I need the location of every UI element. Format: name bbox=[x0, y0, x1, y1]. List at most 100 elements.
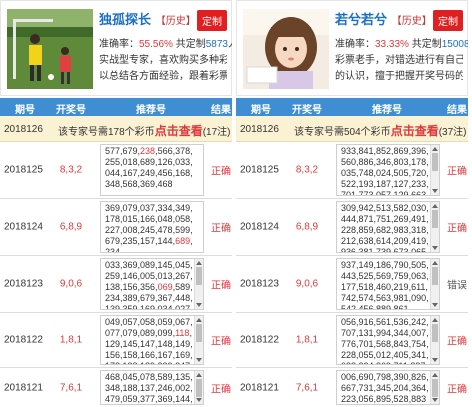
recommend-box[interactable]: 056,916,561,536,242,707,131,994,344,007,… bbox=[336, 315, 440, 365]
result-status: 正确 bbox=[447, 166, 467, 178]
expert-description-line: 的认识，擅于把握开奖号码的走势 bbox=[335, 71, 463, 82]
accuracy-value: 33.33% bbox=[375, 39, 409, 50]
recommend-box[interactable]: 933,841,852,869,396,560,886,346,803,178,… bbox=[336, 144, 440, 196]
scrollbar[interactable] bbox=[430, 316, 439, 364]
recommend-numbers: 937,149,186,790,505,443,525,569,759,063,… bbox=[341, 260, 429, 310]
hit-number: 118 bbox=[175, 328, 190, 338]
accuracy-label: 准确率： bbox=[99, 39, 139, 50]
lock-cost-text: 该专家号需504个彩币 bbox=[294, 127, 391, 138]
result-status: 正确 bbox=[211, 280, 231, 292]
recommend-box[interactable]: 309,942,513,582,030,444,871,751,269,491,… bbox=[336, 201, 440, 253]
draw-number: 1,8,1 bbox=[295, 334, 319, 346]
recommend-box[interactable]: 937,149,186,790,505,443,525,569,759,063,… bbox=[336, 258, 440, 310]
issue-number: 2018124 bbox=[240, 221, 279, 233]
col-result: 结果 bbox=[447, 105, 467, 116]
col-issue: 期号 bbox=[15, 105, 35, 116]
recommend-numbers: 056,916,561,536,242,707,131,994,344,007,… bbox=[341, 317, 429, 364]
recommend-box[interactable]: 033,369,089,145,045,259,146,005,013,267,… bbox=[100, 258, 204, 310]
scrollbar[interactable] bbox=[430, 145, 439, 195]
recommend-box[interactable]: 468,045,078,589,135,348,188,137,246,002,… bbox=[100, 370, 204, 405]
col-issue: 期号 bbox=[251, 105, 271, 116]
history-link[interactable]: 【历史】 bbox=[392, 16, 432, 27]
accuracy-label: 准确率： bbox=[335, 39, 375, 50]
table-row: 2018121 7,6,1 006,690,798,390,826,667,73… bbox=[236, 368, 468, 407]
view-button[interactable]: 点击查看 bbox=[155, 124, 203, 138]
bet-count: (37注) bbox=[438, 127, 467, 138]
expert-avatar[interactable] bbox=[243, 9, 329, 89]
subscription-count: 15008 bbox=[441, 39, 468, 50]
subscribe-button[interactable]: 定制 bbox=[197, 10, 227, 31]
issue-number: 2018121 bbox=[4, 382, 43, 393]
issue-number: 2018125 bbox=[4, 164, 43, 176]
expert-avatar[interactable] bbox=[7, 9, 93, 89]
recommend-box[interactable]: 049,057,058,059,067,077,079,089,099,118,… bbox=[100, 315, 204, 365]
issue-number: 2018122 bbox=[240, 334, 279, 346]
draw-number: 6,8,9 bbox=[59, 221, 83, 233]
subscription-label: 共定制 bbox=[175, 39, 206, 50]
scrollbar[interactable] bbox=[194, 316, 203, 364]
expert-name-row: 若兮若兮 【历史】 定制 bbox=[335, 9, 463, 31]
issue-number: 2018121 bbox=[240, 382, 279, 393]
lock-cost-text: 该专家号需178个彩币 bbox=[58, 127, 155, 138]
lock-message: 该专家号需504个彩币点击查看(37注) bbox=[294, 122, 467, 139]
recommend-numbers: 468,045,078,589,135,348,188,137,246,002,… bbox=[105, 372, 193, 404]
subscribe-button[interactable]: 定制 bbox=[433, 10, 463, 31]
issue-number: 2018126 bbox=[4, 124, 43, 135]
recommend-numbers: 309,942,513,582,030,444,871,751,269,491,… bbox=[341, 203, 429, 253]
issue-number: 2018123 bbox=[240, 278, 279, 290]
result-status: 正确 bbox=[447, 384, 467, 395]
recommend-box[interactable]: 006,690,798,390,826,667,731,345,204,364,… bbox=[336, 370, 440, 405]
history-link[interactable]: 【历史】 bbox=[156, 16, 196, 27]
expert-profile: 若兮若兮 【历史】 定制 准确率：33.33% 共定制15008人 彩票老手，对… bbox=[236, 0, 468, 96]
issue-number: 2018126 bbox=[240, 124, 279, 135]
recommend-numbers: 933,841,852,869,396,560,886,346,803,178,… bbox=[341, 146, 429, 196]
recommend-box[interactable]: 369,079,037,334,349,178,015,166,048,058,… bbox=[100, 201, 204, 253]
expert-name[interactable]: 独孤探长 bbox=[99, 12, 151, 27]
scrollbar[interactable] bbox=[194, 371, 203, 404]
result-status: 正确 bbox=[447, 336, 467, 348]
hit-number: 689 bbox=[175, 236, 191, 246]
issue-number: 2018122 bbox=[4, 334, 43, 346]
draw-number: 9,0,6 bbox=[59, 278, 83, 290]
subscription-count: 5873 bbox=[205, 39, 228, 50]
view-button[interactable]: 点击查看 bbox=[391, 124, 439, 138]
expert-name-row: 独孤探长 【历史】 定制 bbox=[99, 9, 227, 31]
result-status: 正确 bbox=[211, 384, 231, 395]
expert-name[interactable]: 若兮若兮 bbox=[335, 12, 387, 27]
table-header: 期号 开奖号 推荐号 结果 bbox=[0, 98, 232, 116]
issue-number: 2018125 bbox=[240, 164, 279, 176]
draw-number: 8,3,2 bbox=[59, 164, 83, 176]
result-status: 错误 bbox=[447, 280, 467, 292]
recommend-box[interactable]: 577,679,238,566,378,255,018,689,126,033,… bbox=[100, 144, 204, 196]
expert-description-line: 以总结各方面经验，跟着彩票行业 bbox=[99, 71, 227, 82]
expert-stats: 准确率：33.33% 共定制15008人 bbox=[335, 37, 468, 53]
draw-number: 6,8,9 bbox=[295, 221, 319, 233]
accuracy-value: 55.56% bbox=[139, 39, 173, 50]
scrollbar[interactable] bbox=[430, 371, 439, 404]
table-row: 2018123 9,0,6 937,149,186,790,505,443,52… bbox=[236, 256, 468, 313]
scrollbar[interactable] bbox=[194, 259, 203, 309]
recommend-numbers: 577,679,238,566,378,255,018,689,126,033,… bbox=[105, 146, 193, 189]
issue-number: 2018124 bbox=[4, 221, 43, 233]
result-status: 正确 bbox=[211, 166, 231, 178]
expert-description-line: 彩票老手，对错选进行有自己全 bbox=[335, 55, 463, 66]
recommend-numbers: 006,690,798,390,826,667,731,345,204,364,… bbox=[341, 372, 429, 404]
table-row: 2018124 6,8,9 369,079,037,334,349,178,01… bbox=[0, 199, 232, 256]
col-recommend: 推荐号 bbox=[372, 105, 402, 116]
recommend-numbers: 049,057,058,059,067,077,079,089,099,118,… bbox=[105, 317, 193, 364]
draw-number: 8,3,2 bbox=[295, 164, 319, 176]
scrollbar[interactable] bbox=[430, 259, 439, 309]
locked-row: 2018126 该专家号需504个彩币点击查看(37注) bbox=[236, 116, 468, 142]
col-draw: 开奖号 bbox=[292, 105, 322, 116]
scrollbar[interactable] bbox=[430, 202, 439, 252]
table-row: 2018125 8,3,2 577,679,238,566,378,255,01… bbox=[0, 142, 232, 199]
subscription-label: 共定制 bbox=[411, 39, 442, 50]
expert-description-line: 实战型专家，喜欢购买多种彩票， bbox=[99, 55, 227, 66]
table-row: 2018122 1,8,1 056,916,561,536,242,707,13… bbox=[236, 313, 468, 368]
expert-panel-left: 独孤探长 【历史】 定制 准确率：55.56% 共定制5873人 实战型专家，喜… bbox=[0, 0, 232, 407]
locked-row: 2018126 该专家号需178个彩币点击查看(17注) bbox=[0, 116, 232, 142]
table-row: 2018125 8,3,2 933,841,852,869,396,560,88… bbox=[236, 142, 468, 199]
lock-message: 该专家号需178个彩币点击查看(17注) bbox=[58, 122, 231, 139]
col-result: 结果 bbox=[211, 105, 231, 116]
expert-stats: 准确率：55.56% 共定制5873人 bbox=[99, 37, 232, 53]
